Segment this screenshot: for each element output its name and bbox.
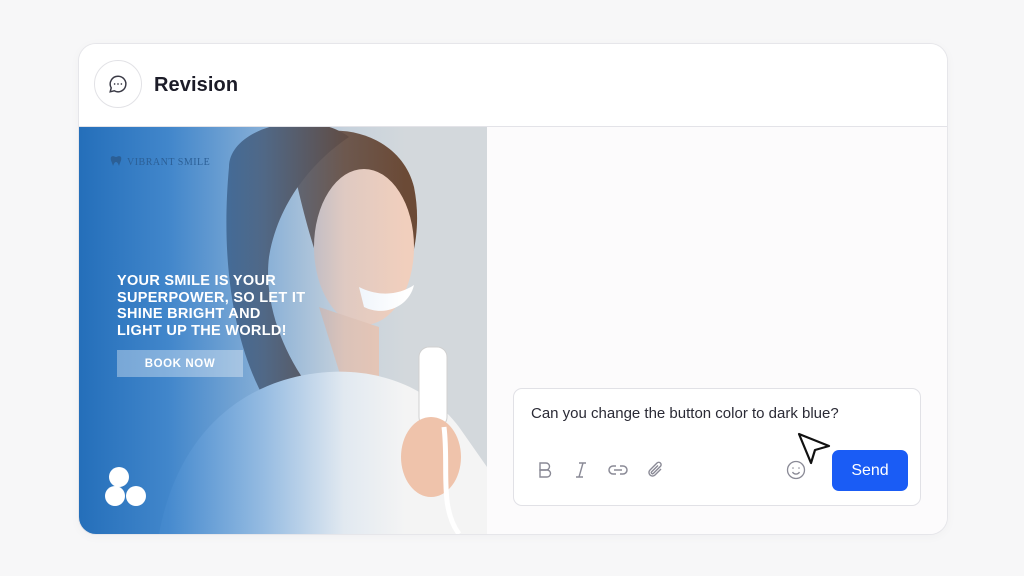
brand-name: VIBRANT SMILE (127, 157, 211, 168)
headline-line: LIGHT UP THE WORLD! (117, 322, 287, 339)
ad-headline: YOUR SMILE IS YOUR SUPERPOWER, SO LET IT… (117, 273, 327, 339)
clover-logo-icon (105, 467, 146, 506)
chat-bubble-icon (94, 60, 142, 108)
send-button[interactable]: Send (832, 450, 908, 491)
mouse-pointer-icon (797, 432, 831, 465)
book-now-button: BOOK NOW (117, 350, 243, 377)
attachment-icon[interactable] (645, 459, 667, 481)
bold-icon[interactable] (534, 459, 556, 481)
link-icon[interactable] (607, 459, 629, 481)
ad-preview-image: VIBRANT SMILE YOUR SMILE IS YOUR SUPERPO… (79, 127, 487, 534)
comment-composer[interactable]: Can you change the button color to dark … (513, 388, 921, 506)
headline-line: SUPERPOWER, SO LET IT (117, 289, 306, 306)
headline-line: YOUR SMILE IS YOUR (117, 273, 277, 289)
italic-icon[interactable] (570, 459, 592, 481)
card-header: Revision (79, 44, 947, 127)
page-title: Revision (154, 74, 239, 96)
brand-logo: VIBRANT SMILE (109, 155, 210, 170)
comment-input[interactable]: Can you change the button color to dark … (531, 405, 839, 422)
comment-pane: Can you change the button color to dark … (487, 127, 947, 534)
tooth-icon (109, 155, 123, 170)
headline-line: SHINE BRIGHT AND (117, 306, 261, 322)
